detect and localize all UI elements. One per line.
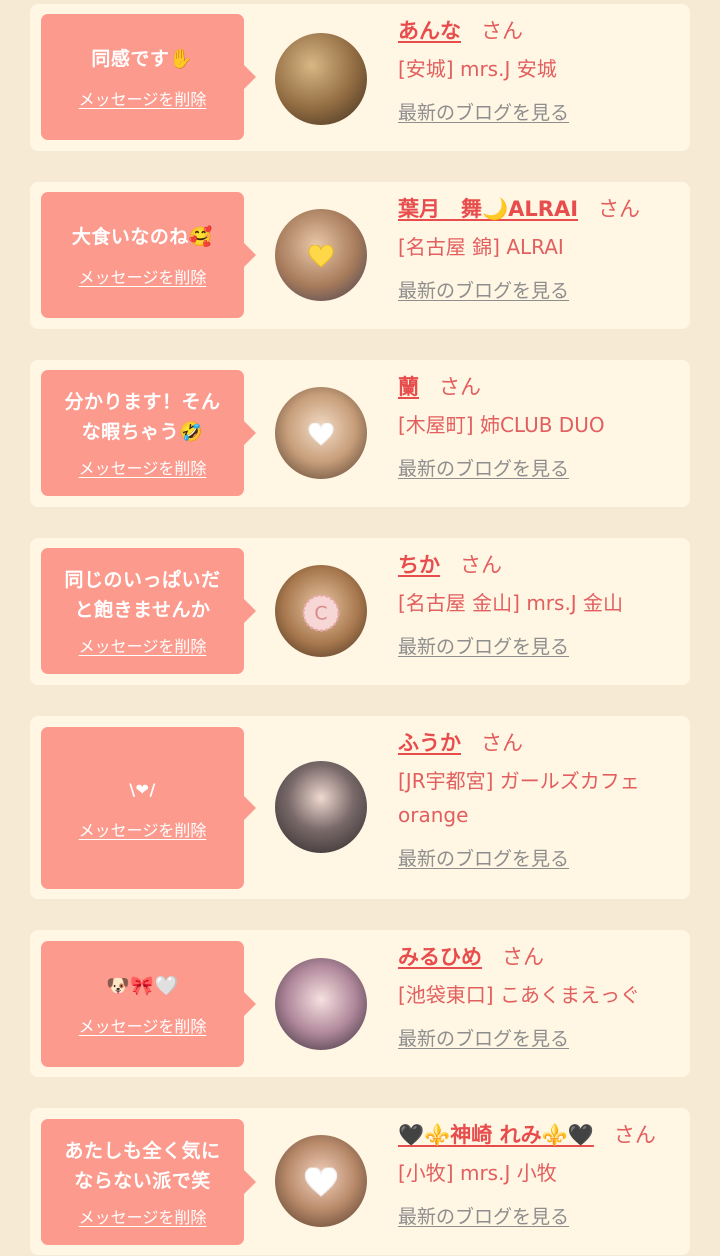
- heart-icon: [304, 1167, 338, 1197]
- delete-message-link[interactable]: メッセージを削除: [79, 1204, 207, 1228]
- latest-blog-link[interactable]: 最新のブログを見る: [398, 1024, 569, 1051]
- honorific: さん: [613, 1123, 656, 1147]
- honorific: さん: [598, 197, 641, 221]
- message-text: 同じのいっぱいだと飽きませんか: [64, 569, 221, 621]
- message-text: 🐶🎀🤍: [106, 975, 179, 997]
- message-bubble: 🐶🎀🤍 メッセージを削除: [41, 941, 256, 1067]
- delete-message-link[interactable]: メッセージを削除: [79, 633, 207, 657]
- avatar[interactable]: [275, 761, 367, 853]
- heart-icon: [308, 244, 334, 268]
- honorific: さん: [439, 375, 481, 399]
- cast-name-link[interactable]: 葉月 舞🌙ALRAI: [398, 197, 578, 221]
- list-item: 🐶🎀🤍 メッセージを削除 みるひめ さん [池袋東口] こあくまえっぐ 最新のブロ…: [30, 930, 690, 1077]
- delete-message-link[interactable]: メッセージを削除: [79, 86, 207, 110]
- message-bubble: 同じのいっぱいだと飽きませんか メッセージを削除: [41, 548, 256, 674]
- delete-message-link[interactable]: メッセージを削除: [79, 455, 207, 479]
- message-bubble: あたしも全く気にならない派で笑 メッセージを削除: [41, 1119, 256, 1245]
- latest-blog-link[interactable]: 最新のブログを見る: [398, 632, 569, 659]
- cast-name-link[interactable]: 🖤⚜️神崎 れみ⚜️🖤: [398, 1123, 594, 1147]
- message-text: 分かります！そんな暇ちゃう🤣: [64, 391, 221, 443]
- svg-text:C: C: [314, 602, 327, 624]
- delete-message-link[interactable]: メッセージを削除: [79, 1013, 207, 1037]
- delete-message-link[interactable]: メッセージを削除: [79, 817, 207, 841]
- list-item: 分かります！そんな暇ちゃう🤣 メッセージを削除 蘭さん [木屋町] 姉CLUB …: [30, 360, 690, 507]
- honorific: さん: [481, 731, 523, 755]
- avatar[interactable]: C: [275, 565, 367, 657]
- shop-label: [池袋東口] こあくまえっぐ: [398, 983, 640, 1007]
- avatar[interactable]: [275, 387, 367, 479]
- message-bubble: 分かります！そんな暇ちゃう🤣 メッセージを削除: [41, 370, 256, 496]
- latest-blog-link[interactable]: 最新のブログを見る: [398, 454, 569, 481]
- honorific: さん: [481, 19, 523, 43]
- delete-message-link[interactable]: メッセージを削除: [79, 264, 207, 288]
- message-bubble: \❤/ メッセージを削除: [41, 727, 256, 889]
- list-item: 同感です✋ メッセージを削除 あんな さん [安城] mrs.J 安城 最新のブロ…: [30, 4, 690, 151]
- shop-label: [名古屋 金山] mrs.J 金山: [398, 591, 624, 615]
- message-bubble: 同感です✋ メッセージを削除: [41, 14, 256, 140]
- honorific: さん: [460, 553, 502, 577]
- message-text: 大食いなのね🥰: [71, 226, 214, 248]
- message-text: あたしも全く気にならない派で笑: [64, 1140, 221, 1192]
- shop-label: [木屋町] 姉CLUB DUO: [398, 413, 605, 437]
- avatar[interactable]: [275, 1135, 367, 1227]
- heart-icon: [308, 422, 334, 446]
- latest-blog-link[interactable]: 最新のブログを見る: [398, 98, 569, 125]
- avatar[interactable]: [275, 209, 367, 301]
- list-item: 同じのいっぱいだと飽きませんか メッセージを削除 C ちか さん [名古屋 金山]…: [30, 538, 690, 685]
- shop-label: [安城] mrs.J 安城: [398, 57, 557, 81]
- message-text: \❤/: [129, 780, 156, 799]
- cast-name-link[interactable]: みるひめ: [398, 945, 482, 969]
- message-text: 同感です✋: [91, 48, 194, 70]
- cookie-icon: C: [302, 594, 340, 632]
- shop-label: [名古屋 錦] ALRAI: [398, 235, 564, 259]
- honorific: さん: [502, 945, 544, 969]
- latest-blog-link[interactable]: 最新のブログを見る: [398, 844, 569, 871]
- cast-name-link[interactable]: 蘭: [398, 375, 419, 399]
- list-item: 大食いなのね🥰 メッセージを削除 葉月 舞🌙ALRAI さん [名古屋 錦] AL…: [30, 182, 690, 329]
- latest-blog-link[interactable]: 最新のブログを見る: [398, 1202, 569, 1229]
- message-bubble: 大食いなのね🥰 メッセージを削除: [41, 192, 256, 318]
- avatar[interactable]: [275, 958, 367, 1050]
- list-item: あたしも全く気にならない派で笑 メッセージを削除 🖤⚜️神崎 れみ⚜️🖤 さん […: [30, 1108, 690, 1255]
- latest-blog-link[interactable]: 最新のブログを見る: [398, 276, 569, 303]
- message-list: 同感です✋ メッセージを削除 あんな さん [安城] mrs.J 安城 最新のブロ…: [0, 0, 720, 1256]
- cast-name-link[interactable]: ふうか: [398, 731, 461, 755]
- avatar[interactable]: [275, 33, 367, 125]
- list-item: \❤/ メッセージを削除 ふうか さん [JR宇都宮] ガールズカフェorange…: [30, 716, 690, 899]
- shop-label: [JR宇都宮] ガールズカフェorange: [398, 769, 640, 827]
- cast-name-link[interactable]: あんな: [398, 19, 461, 43]
- shop-label: [小牧] mrs.J 小牧: [398, 1161, 557, 1185]
- cast-name-link[interactable]: ちか: [398, 553, 440, 577]
